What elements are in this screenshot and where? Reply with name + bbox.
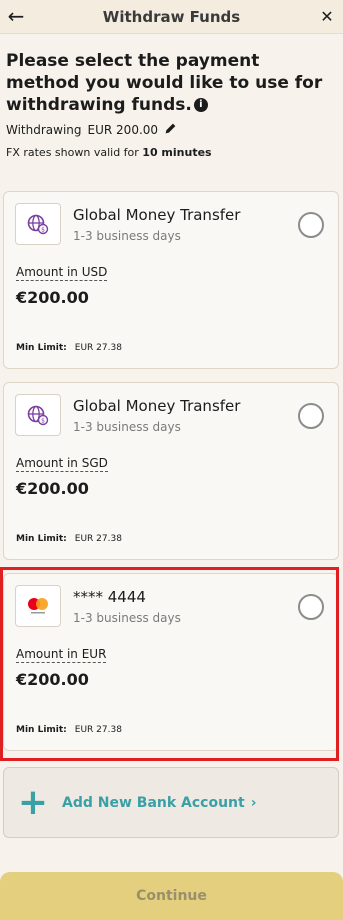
fx-prefix: FX rates shown valid for xyxy=(6,146,139,159)
select-radio[interactable] xyxy=(298,403,324,429)
heading-text: Please select the payment method you wou… xyxy=(6,51,323,115)
intro-section: Please select the payment method you wou… xyxy=(0,34,343,159)
edit-pencil-icon[interactable] xyxy=(164,122,177,138)
min-limit: Min Limit: EUR 27.38 xyxy=(16,534,122,544)
svg-text:$: $ xyxy=(41,417,45,424)
svg-text:$: $ xyxy=(41,226,45,233)
continue-button[interactable]: Continue xyxy=(0,872,343,920)
globe-money-icon: $ xyxy=(15,394,61,436)
amount-currency-label[interactable]: Amount in SGD xyxy=(16,456,108,472)
payment-method-card[interactable]: $ Global Money Transfer 1-3 business day… xyxy=(3,191,339,369)
method-name: Global Money Transfer xyxy=(73,397,241,415)
processing-time: 1-3 business days xyxy=(73,229,181,243)
top-bar: ← Withdraw Funds ✕ xyxy=(0,0,343,34)
fx-validity-note: FX rates shown valid for 10 minutes xyxy=(6,146,337,159)
amount-value: €200.00 xyxy=(16,288,89,307)
amount-currency-label[interactable]: Amount in USD xyxy=(16,265,108,281)
close-icon[interactable]: ✕ xyxy=(317,4,337,28)
withdrawing-amount: EUR 200.00 xyxy=(87,123,159,137)
payment-method-card[interactable]: $ Global Money Transfer 1-3 business day… xyxy=(3,382,339,560)
withdrawing-label: Withdrawing xyxy=(6,123,82,137)
page-title: Withdraw Funds xyxy=(102,7,241,26)
withdrawing-row: Withdrawing EUR 200.00 xyxy=(6,122,337,138)
info-icon[interactable]: i xyxy=(193,98,208,112)
amount-value: €200.00 xyxy=(16,479,89,498)
min-limit-label: Min Limit: xyxy=(16,534,67,544)
highlight-box xyxy=(0,567,339,761)
method-name: Global Money Transfer xyxy=(73,206,241,224)
min-limit: Min Limit: EUR 27.38 xyxy=(16,343,122,353)
plus-icon: + xyxy=(17,781,49,823)
instructions-heading: Please select the payment method you wou… xyxy=(6,50,337,116)
add-bank-label: Add New Bank Account xyxy=(62,794,245,811)
back-arrow-icon[interactable]: ← xyxy=(4,4,28,28)
min-limit-value: EUR 27.38 xyxy=(74,343,122,353)
min-limit-label: Min Limit: xyxy=(16,343,67,353)
add-bank-account-button[interactable]: + Add New Bank Account › xyxy=(3,767,339,838)
processing-time: 1-3 business days xyxy=(73,420,181,434)
globe-money-icon: $ xyxy=(15,203,61,245)
fx-duration: 10 minutes xyxy=(142,146,212,159)
min-limit-value: EUR 27.38 xyxy=(74,534,122,544)
select-radio[interactable] xyxy=(298,212,324,238)
chevron-right-icon: › xyxy=(250,794,257,811)
